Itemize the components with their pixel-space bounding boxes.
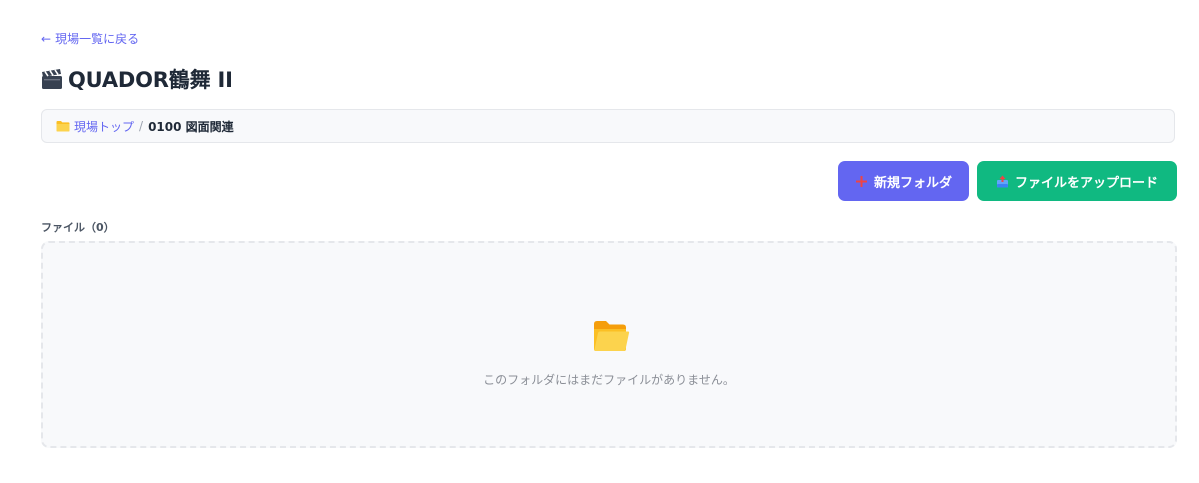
new-folder-label: 新規フォルダ <box>873 175 952 191</box>
new-folder-button[interactable]: 新規フォルダ <box>838 161 969 201</box>
upload-icon <box>996 175 1008 187</box>
breadcrumb-root-link[interactable]: 現場トップ <box>74 118 134 135</box>
back-arrow-icon: ← <box>41 31 52 46</box>
files-section-label: ファイル（0） <box>41 221 115 234</box>
plus-icon <box>855 175 867 187</box>
upload-file-label: ファイルをアップロード <box>1014 175 1158 191</box>
breadcrumb-current: 0100 図面関連 <box>148 119 234 134</box>
breadcrumb: 現場トップ / 0100 図面関連 <box>41 109 1175 143</box>
empty-state-message: このフォルダにはまだファイルがありません。 <box>483 373 735 387</box>
open-folder-icon <box>594 321 630 351</box>
breadcrumb-separator: / <box>139 119 144 133</box>
page-title: QUADOR鶴舞 II <box>41 64 233 94</box>
back-link-label: 現場一覧に戻る <box>55 32 140 46</box>
back-to-site-list-link[interactable]: ← 現場一覧に戻る <box>41 30 139 47</box>
upload-file-button[interactable]: ファイルをアップロード <box>977 161 1177 201</box>
file-dropzone[interactable]: このフォルダにはまだファイルがありません。 <box>41 241 1177 448</box>
clapperboard-icon <box>42 69 62 89</box>
page-title-text: QUADOR鶴舞 II <box>68 68 233 92</box>
folder-icon <box>56 121 70 132</box>
